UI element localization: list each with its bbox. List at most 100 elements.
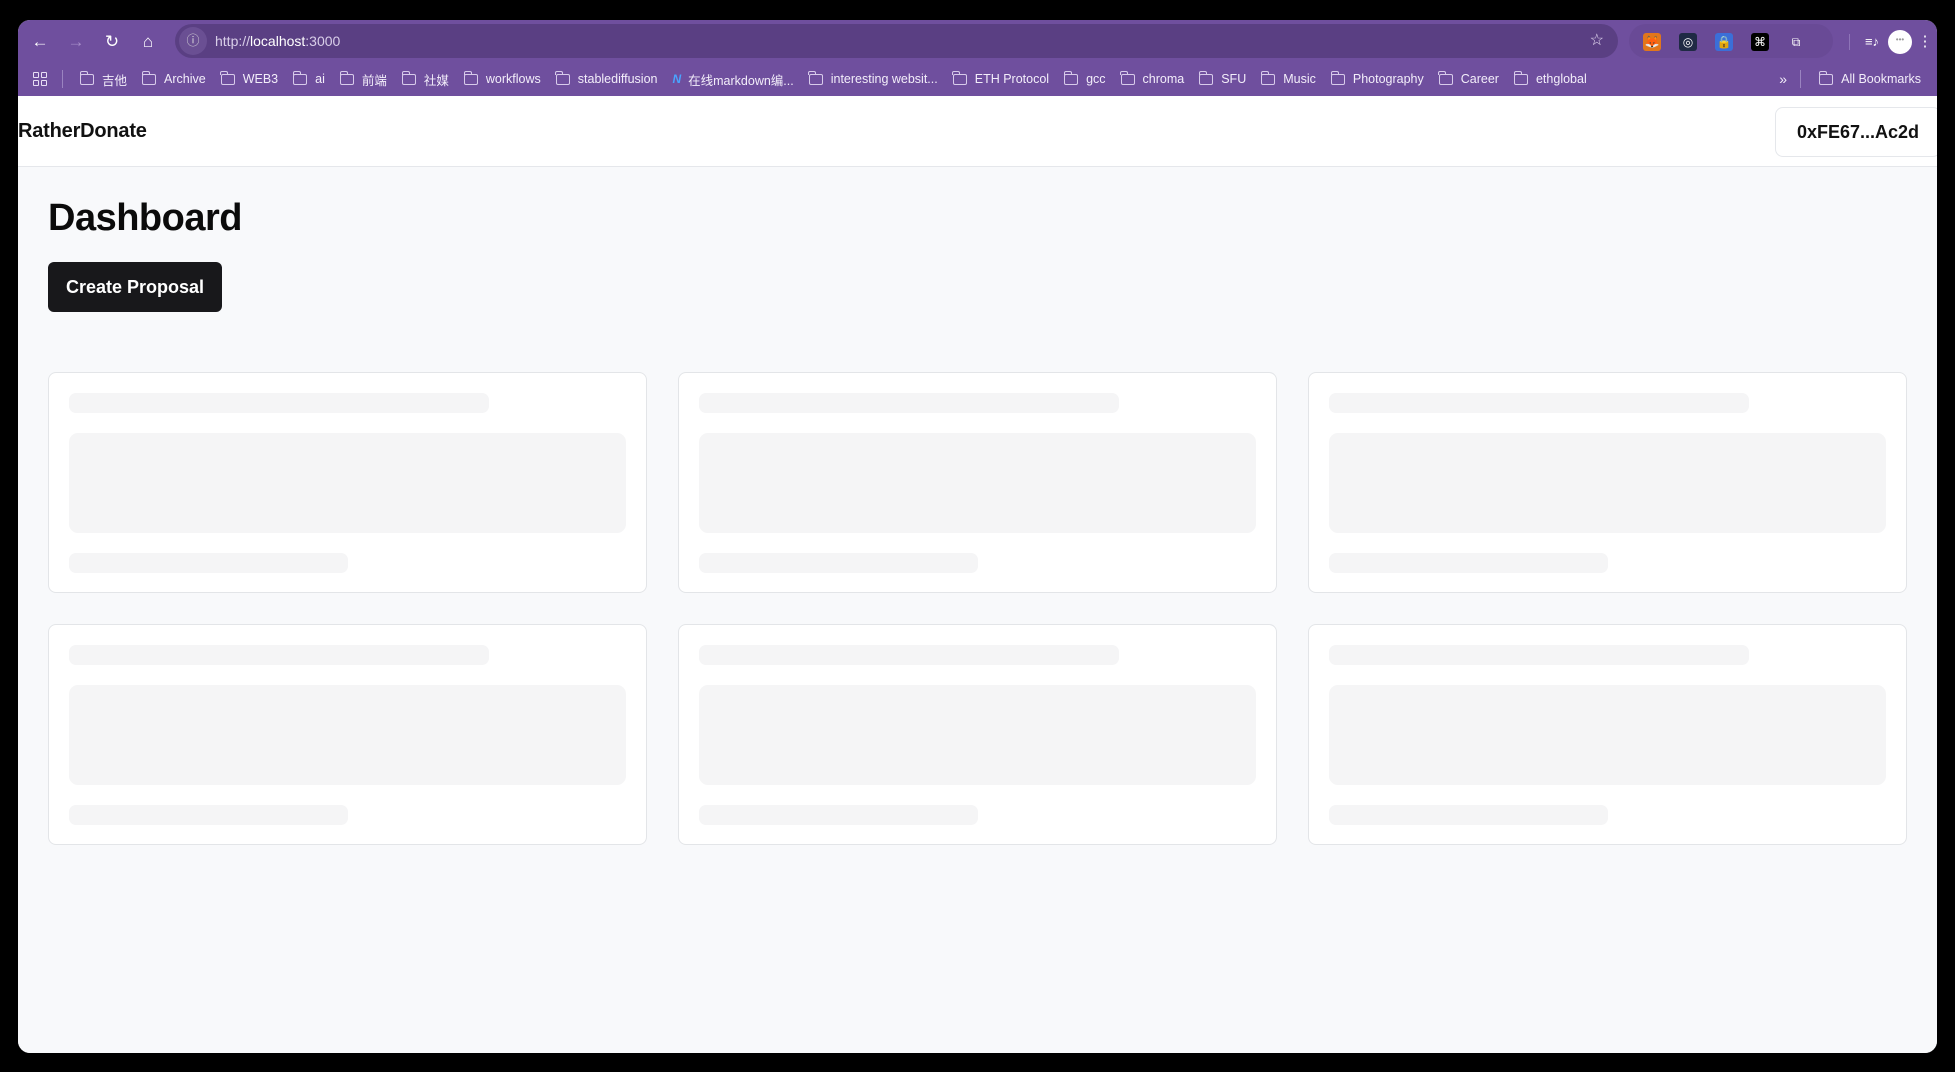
bookmark-label: workflows	[485, 72, 541, 86]
bookmark-item[interactable]: SFU	[1194, 66, 1255, 92]
folder-icon	[220, 70, 235, 85]
bookmark-item[interactable]: 吉他	[75, 66, 136, 92]
bookmark-label: 在线markdown编...	[688, 73, 794, 88]
bookmark-item[interactable]: Career	[1434, 66, 1508, 92]
create-proposal-button[interactable]: Create Proposal	[48, 262, 222, 312]
bookmark-label: Archive	[164, 72, 206, 86]
bookmarks-divider	[62, 70, 63, 88]
bookmark-item[interactable]: stablediffusion	[551, 66, 667, 92]
forward-button[interactable]: →	[62, 28, 90, 56]
bookmark-item[interactable]: interesting websit...	[804, 66, 947, 92]
metamask-extension-icon[interactable]: 🦊	[1643, 33, 1661, 51]
skeleton-title	[1329, 393, 1749, 413]
url-text[interactable]: http://localhost:3000	[215, 24, 340, 58]
proposal-card-skeleton	[48, 624, 647, 845]
all-bookmarks-label: All Bookmarks	[1841, 72, 1921, 86]
browser-toolbar: ← → ↻ ⌂ ⓘ http://localhost:3000 ☆ 🦊 ◎ 🔒 ⌘ ⧉ …	[18, 20, 1937, 96]
folder-icon	[1513, 70, 1528, 85]
bookmark-label: ETH Protocol	[974, 72, 1050, 86]
apps-grid-icon[interactable]	[28, 68, 50, 90]
bookmark-label: chroma	[1142, 72, 1185, 86]
skeleton-title	[69, 393, 489, 413]
bookmark-item[interactable]: gcc	[1059, 66, 1114, 92]
skeleton-footer	[1329, 553, 1608, 573]
browser-menu-icon[interactable]: ⋮	[1916, 28, 1934, 56]
skeleton-footer	[1329, 805, 1608, 825]
bookmark-item[interactable]: ethglobal	[1509, 66, 1596, 92]
dashboard-main: Dashboard Create Proposal	[18, 167, 1937, 1053]
folder-icon	[1198, 70, 1214, 85]
bookmark-item[interactable]: 社媒	[397, 66, 458, 92]
skeleton-title	[69, 645, 489, 665]
skeleton-body	[1329, 685, 1886, 785]
folder-icon	[401, 70, 416, 85]
extensions-puzzle-icon[interactable]: ⧉	[1787, 33, 1805, 51]
back-button[interactable]: ←	[26, 28, 54, 56]
bookmarks-overflow-button[interactable]: »	[1779, 62, 1787, 96]
arrow-right-icon: →	[67, 32, 85, 51]
bookmark-item[interactable]: chroma	[1116, 66, 1194, 92]
skeleton-footer	[699, 553, 978, 573]
proposal-card-skeleton	[678, 372, 1277, 593]
wallet-address-button[interactable]: 0xFE67...Ac2d	[1775, 107, 1937, 157]
reload-icon: ↻	[104, 32, 120, 51]
bookmark-label: gcc	[1086, 72, 1106, 86]
folder-icon	[952, 70, 967, 85]
bookmark-item[interactable]: ai	[288, 66, 334, 92]
openai-extension-icon[interactable]: ◎	[1679, 33, 1697, 51]
proposal-card-skeleton	[48, 372, 647, 593]
bookmark-item[interactable]: workflows	[459, 66, 550, 92]
all-bookmarks-button[interactable]: All Bookmarks	[1814, 66, 1930, 92]
bookmark-list: 吉他 Archive WEB3 ai 前端 社媒 workflows stablediffus…	[75, 66, 1597, 92]
grid-extension-icon[interactable]: ⌘	[1751, 33, 1769, 51]
folder-icon	[141, 70, 157, 85]
bookmark-item[interactable]: N 在线markdown编...	[667, 66, 802, 92]
profile-avatar[interactable]: •••	[1888, 30, 1912, 54]
bookmark-item[interactable]: 前端	[335, 66, 396, 92]
bookmark-item[interactable]: Photography	[1326, 66, 1433, 92]
page-title: Dashboard	[48, 197, 242, 239]
home-button[interactable]: ⌂	[134, 28, 162, 56]
folder-icon	[555, 70, 570, 85]
bookmark-star-icon[interactable]: ☆	[1590, 24, 1604, 58]
media-control-icon[interactable]: ≡♪	[1860, 28, 1884, 56]
folder-icon	[1063, 70, 1079, 85]
folder-icon	[79, 70, 94, 85]
skeleton-body	[69, 433, 626, 533]
site-info-icon[interactable]: ⓘ	[179, 27, 207, 55]
skeleton-body	[699, 433, 1256, 533]
bookmark-label: ai	[315, 72, 325, 86]
arrow-left-icon: ←	[31, 32, 49, 51]
skeleton-footer	[699, 805, 978, 825]
skeleton-body	[1329, 433, 1886, 533]
bookmark-item[interactable]: ETH Protocol	[948, 66, 1058, 92]
bookmark-label: ethglobal	[1535, 72, 1587, 86]
bookmark-item[interactable]: WEB3	[216, 66, 287, 92]
brand-logo[interactable]: RatherDonate	[18, 96, 147, 166]
bookmark-label: 吉他	[102, 73, 128, 88]
folder-icon	[808, 70, 823, 85]
bookmark-item[interactable]: Archive	[137, 66, 215, 92]
bookmark-label: Photography	[1352, 72, 1424, 86]
url-scheme: http://	[215, 33, 251, 49]
reload-button[interactable]: ↻	[98, 28, 126, 56]
folder-icon	[1120, 70, 1135, 85]
address-bar[interactable]: ⓘ http://localhost:3000 ☆	[175, 24, 1618, 58]
proposal-card-skeleton	[1308, 372, 1907, 593]
bookmark-label: SFU	[1221, 72, 1247, 86]
bookmark-label: WEB3	[242, 72, 279, 86]
skeleton-footer	[69, 805, 348, 825]
proposal-card-skeleton	[1308, 624, 1907, 845]
vpn-extension-icon[interactable]: 🔒	[1715, 33, 1733, 51]
folder-icon	[292, 70, 308, 85]
bookmark-label: 社媒	[423, 73, 449, 88]
skeleton-title	[1329, 645, 1749, 665]
app-header: RatherDonate 0xFE67...Ac2d	[18, 96, 1937, 167]
bookmarks-bar: 吉他 Archive WEB3 ai 前端 社媒 workflows stablediffus…	[18, 62, 1937, 96]
folder-icon	[1818, 70, 1834, 85]
skeleton-footer	[69, 553, 348, 573]
folder-icon	[463, 70, 478, 85]
skeleton-title	[699, 393, 1119, 413]
bookmark-item[interactable]: Music	[1256, 66, 1325, 92]
markdown-site-icon: N	[672, 72, 682, 86]
